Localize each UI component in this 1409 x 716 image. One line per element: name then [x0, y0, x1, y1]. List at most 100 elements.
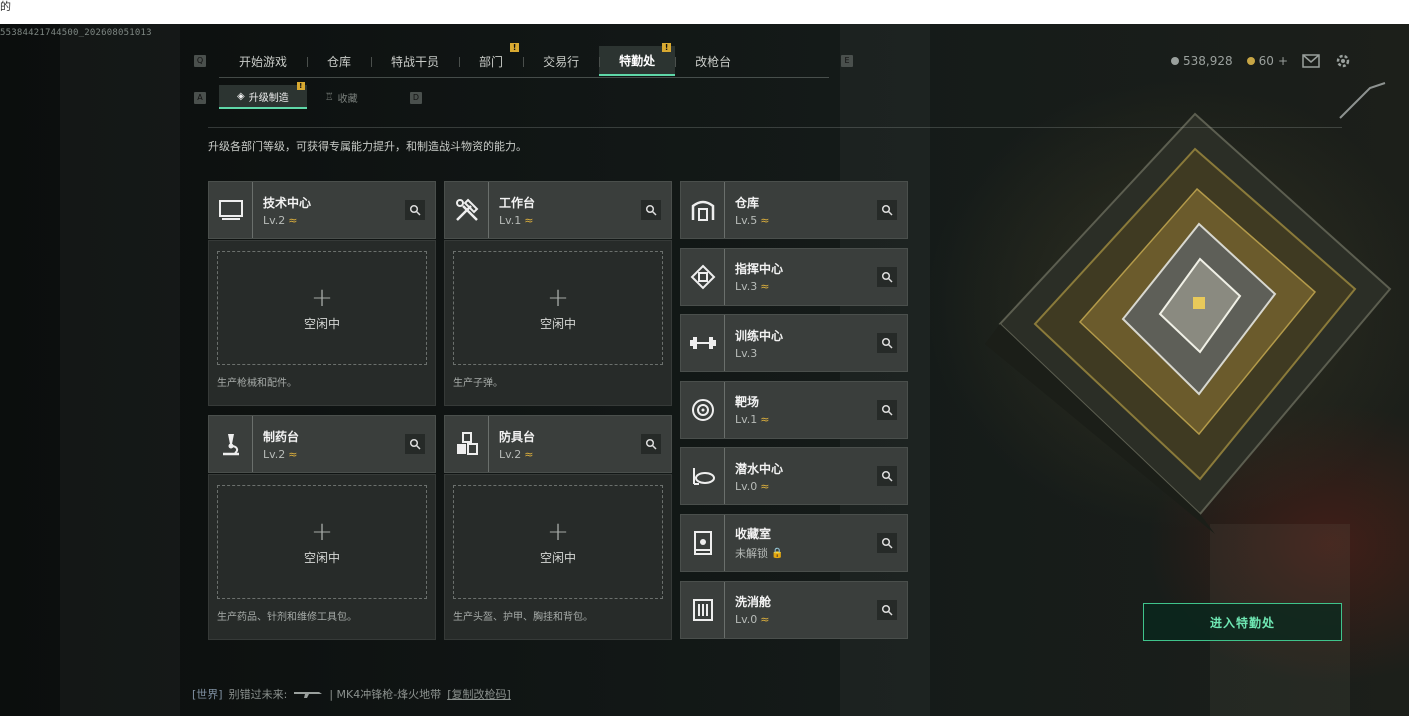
tab-label: 开始游戏	[239, 54, 288, 69]
tab-1[interactable]: 仓库	[307, 46, 371, 76]
upgrade-available-icon: ≈	[760, 413, 770, 427]
workstation-card-tech-center[interactable]: 技术中心 Lv.2 ≈	[208, 181, 436, 239]
workstation-name: 防具台	[499, 429, 536, 444]
sub-nav-tabs: ◈ 升级制造 ! ♖ 收藏	[219, 82, 376, 109]
craft-icon: ◈	[237, 90, 245, 102]
search-icon[interactable]	[877, 200, 897, 220]
workstation-card-pharmacy[interactable]: 制药台 Lv.2 ≈	[208, 415, 436, 473]
search-icon[interactable]	[877, 466, 897, 487]
gear-icon[interactable]	[1334, 52, 1352, 70]
search-icon[interactable]	[877, 599, 897, 620]
idle-slot[interactable]: + 空闲中	[217, 485, 427, 599]
workstation-card-armor[interactable]: 防具台 Lv.2 ≈	[444, 415, 672, 473]
production-slot-pharmacy[interactable]: + 空闲中 生产药品、针剂和维修工具包。	[208, 474, 436, 640]
page-description: 升级各部门等级，可获得专属能力提升，和制造战斗物资的能力。	[208, 140, 527, 153]
subtab-label: 升级制造	[248, 92, 289, 104]
chat-channel[interactable]: [世界]	[192, 686, 223, 702]
subtab-collection[interactable]: ♖ 收藏	[307, 85, 376, 109]
currency-icon	[1171, 57, 1180, 65]
slot-status: 空闲中	[303, 316, 340, 331]
add-icon: +	[547, 516, 569, 547]
chat-message: | MK4冲锋枪-烽火地带	[329, 688, 442, 701]
slot-status: 空闲中	[303, 550, 340, 565]
lock-icon: 🔒	[771, 547, 784, 559]
search-icon[interactable]	[877, 533, 897, 553]
tab-4[interactable]: 交易行	[523, 46, 599, 76]
idle-slot[interactable]: + 空闲中	[217, 251, 427, 365]
upgrade-available-icon: ≈	[524, 213, 534, 227]
facility-card-0[interactable]: 仓库 Lv.5 ≈	[680, 181, 908, 239]
production-slot-workbench[interactable]: + 空闲中 生产子弹。	[444, 240, 672, 406]
slot-caption: 生产药品、针剂和维修工具包。	[217, 612, 357, 623]
tab-label: 特勤处	[619, 53, 656, 68]
workstation-card-workbench[interactable]: 工作台 Lv.1 ≈	[444, 181, 672, 239]
facility-level: Lv.0	[735, 479, 758, 493]
tab-2[interactable]: 特战干员	[371, 46, 459, 76]
production-slot-tech-center[interactable]: + 空闲中 生产枪械和配件。	[208, 240, 436, 406]
ticket-display[interactable]: 60 +	[1246, 54, 1288, 68]
tab-0[interactable]: 开始游戏	[219, 46, 307, 76]
facility-card-3[interactable]: 靶场 Lv.1 ≈	[680, 380, 908, 439]
ticket-amount: 60	[1258, 54, 1274, 68]
search-icon[interactable]	[877, 333, 897, 354]
search-icon[interactable]	[877, 399, 897, 420]
search-icon[interactable]	[641, 200, 661, 220]
slot-status: 空闲中	[539, 316, 576, 331]
facility-level: Lv.3	[735, 280, 758, 294]
facility-card-1[interactable]: 指挥中心 Lv.3 ≈	[680, 247, 908, 306]
chip-icon	[681, 248, 725, 305]
search-icon[interactable]	[405, 200, 425, 220]
status-bar: 538,928 60 +	[1171, 52, 1352, 70]
tab-6[interactable]: 改枪台	[675, 46, 751, 76]
upgrade-available-icon: ≈	[760, 479, 770, 493]
facility-level: 未解锁	[735, 547, 768, 560]
hotkey-prev-tab[interactable]: Q	[194, 55, 206, 67]
session-id: 55384421744500_202608051013	[0, 28, 152, 38]
monitor-icon	[209, 182, 253, 238]
upgrade-available-icon: ≈	[524, 447, 534, 461]
production-slot-armor[interactable]: + 空闲中 生产头盔、护甲、胸挂和背包。	[444, 474, 672, 640]
header-divider	[208, 127, 1342, 128]
facility-level: Lv.3	[735, 346, 758, 360]
copy-gun-code-link[interactable]: [复制改枪码]	[447, 686, 511, 702]
tab-3[interactable]: 部门!	[459, 43, 523, 76]
hotkey-next-subtab[interactable]: D	[410, 92, 422, 104]
currency-amount: 538,928	[1183, 54, 1233, 68]
microscope-icon	[209, 416, 253, 472]
add-icon: +	[311, 282, 333, 313]
facility-name: 潜水中心	[735, 461, 784, 476]
tab-5[interactable]: 特勤处!	[599, 43, 676, 76]
facility-card-4[interactable]: 潜水中心 Lv.0 ≈	[680, 447, 908, 506]
nav-divider	[219, 77, 829, 78]
hotkey-prev-subtab[interactable]: A	[194, 92, 206, 104]
facility-level: Lv.5	[735, 213, 758, 227]
hotkey-next-tab[interactable]: E	[841, 55, 853, 67]
add-icon: +	[547, 282, 569, 313]
mail-icon[interactable]	[1302, 54, 1320, 68]
chat-user[interactable]: 别错过未来:	[229, 686, 288, 702]
workstation-level: Lv.1	[499, 213, 522, 227]
workstation-level: Lv.2	[499, 447, 522, 461]
tab-label: 仓库	[327, 54, 352, 69]
add-icon: +	[311, 516, 333, 547]
idle-slot[interactable]: + 空闲中	[453, 251, 663, 365]
facility-level: Lv.1	[735, 413, 758, 427]
dumbbell-icon	[681, 315, 725, 372]
add-tickets-button[interactable]: +	[1278, 54, 1288, 68]
search-icon[interactable]	[405, 434, 425, 454]
facility-card-6[interactable]: 洗消舱 Lv.0 ≈	[680, 580, 908, 639]
window-title: 的	[0, 0, 11, 13]
idle-slot[interactable]: + 空闲中	[453, 485, 663, 599]
search-icon[interactable]	[641, 434, 661, 454]
facility-name: 训练中心	[735, 328, 784, 343]
upgrade-available-icon: ≈	[288, 447, 298, 461]
trophy-icon: ♖	[324, 91, 334, 103]
search-icon[interactable]	[877, 266, 897, 287]
ticket-icon	[1246, 57, 1255, 65]
facility-card-5[interactable]: 收藏室 未解锁 🔒	[680, 514, 908, 572]
tab-label: 交易行	[543, 54, 580, 69]
decontamination-icon	[681, 581, 725, 638]
enter-special-ops-button[interactable]: 进入特勤处	[1143, 603, 1342, 641]
subtab-upgrade-craft[interactable]: ◈ 升级制造 !	[219, 82, 307, 109]
facility-card-2[interactable]: 训练中心 Lv.3	[680, 314, 908, 373]
